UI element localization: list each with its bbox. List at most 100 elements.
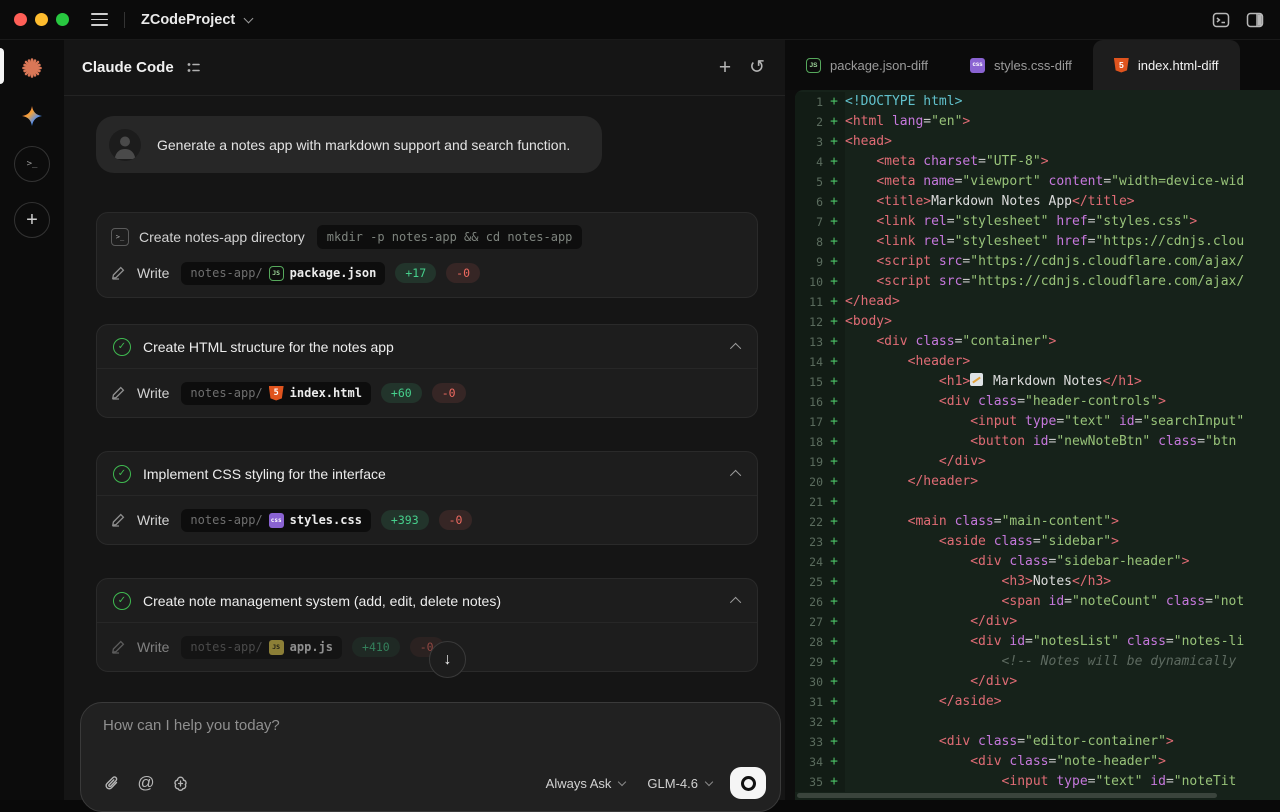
prompt-input[interactable] bbox=[103, 717, 758, 734]
diff-plus-sign: + bbox=[823, 612, 845, 632]
diff-plus-sign: + bbox=[823, 152, 845, 172]
task-card-header[interactable]: ✓Create note management system (add, edi… bbox=[97, 579, 757, 623]
diff-plus-sign: + bbox=[823, 632, 845, 652]
terminal-panel-icon[interactable] bbox=[1212, 11, 1230, 29]
code-text: </header> bbox=[845, 472, 1280, 492]
code-text: <meta name="viewport" content="width=dev… bbox=[845, 172, 1280, 192]
line-number: 35 bbox=[795, 772, 823, 792]
project-name[interactable]: ZCodeProject bbox=[141, 12, 235, 28]
diff-plus-sign: + bbox=[823, 652, 845, 672]
line-number: 29 bbox=[795, 652, 823, 672]
user-avatar bbox=[109, 129, 141, 161]
diff-plus-sign: + bbox=[823, 312, 845, 332]
code-text: <main class="main-content"> bbox=[845, 512, 1280, 532]
tab-index.html-diff[interactable]: 5index.html-diff bbox=[1093, 40, 1240, 90]
code-text: <input type="text" id="noteTit bbox=[845, 772, 1280, 792]
file-chip[interactable]: notes-app/cssstyles.css bbox=[181, 509, 371, 532]
mention-icon[interactable]: @ bbox=[137, 774, 155, 792]
diff-plus-sign: + bbox=[823, 392, 845, 412]
task-title: Implement CSS styling for the interface bbox=[143, 466, 386, 482]
chevron-up-icon[interactable] bbox=[730, 342, 741, 353]
thinking-mode-icon[interactable] bbox=[171, 774, 189, 792]
write-row: Writenotes-app/cssstyles.css+393-0 bbox=[97, 502, 757, 538]
chevron-down-icon[interactable] bbox=[244, 13, 254, 23]
diff-code-area[interactable]: 1+<!DOCTYPE html>2+<html lang="en">3+<he… bbox=[795, 90, 1280, 800]
css-file-icon: css bbox=[269, 513, 284, 528]
added-lines-badge: +393 bbox=[381, 510, 429, 530]
task-card: ✓Create HTML structure for the notes app… bbox=[96, 324, 758, 418]
chevron-up-icon[interactable] bbox=[730, 596, 741, 607]
close-window-button[interactable] bbox=[14, 13, 27, 26]
code-text: <div class="header-controls"> bbox=[845, 392, 1280, 412]
chat-panel-header: Claude Code + ↺ bbox=[64, 40, 785, 96]
diff-added-line: 14+ <header> bbox=[795, 352, 1280, 372]
tab-styles.css-diff[interactable]: cssstyles.css-diff bbox=[949, 40, 1093, 90]
chat-scroll-area[interactable]: Generate a notes app with markdown suppo… bbox=[64, 96, 785, 800]
chevron-up-icon[interactable] bbox=[730, 469, 741, 480]
diff-plus-sign: + bbox=[823, 212, 845, 232]
file-path: notes-app/ bbox=[190, 640, 262, 654]
task-card: >_Create notes-app directorymkdir -p not… bbox=[96, 212, 758, 298]
line-number: 32 bbox=[795, 712, 823, 732]
model-select[interactable]: GLM-4.6 bbox=[647, 776, 712, 791]
code-text: <link rel="stylesheet" href="styles.css"… bbox=[845, 212, 1280, 232]
added-lines-badge: +60 bbox=[381, 383, 422, 403]
file-chip[interactable]: notes-app/5index.html bbox=[181, 382, 371, 405]
history-button[interactable]: ↺ bbox=[749, 58, 765, 77]
code-text: <body> bbox=[845, 312, 1280, 332]
diff-added-line: 25+ <h3>Notes</h3> bbox=[795, 572, 1280, 592]
line-number: 10 bbox=[795, 272, 823, 292]
gemini-sparkle-icon bbox=[20, 104, 44, 128]
diff-plus-sign: + bbox=[823, 292, 845, 312]
prompt-input-box: @ Always Ask GLM-4.6 bbox=[80, 702, 781, 812]
line-number: 20 bbox=[795, 472, 823, 492]
permission-mode-label: Always Ask bbox=[546, 776, 612, 791]
code-text: <span id="noteCount" class="not bbox=[845, 592, 1280, 612]
menu-icon[interactable] bbox=[91, 13, 108, 26]
file-name: app.js bbox=[290, 640, 333, 654]
new-session-button[interactable]: + bbox=[14, 202, 50, 238]
command-row: >_Create notes-app directorymkdir -p not… bbox=[97, 219, 757, 255]
window-titlebar: ZCodeProject bbox=[0, 0, 1280, 40]
tab-package.json-diff[interactable]: JSpackage.json-diff bbox=[785, 40, 949, 90]
new-chat-button[interactable]: + bbox=[719, 57, 731, 78]
scroll-to-bottom-button[interactable]: ↓ bbox=[429, 641, 466, 678]
diff-plus-sign: + bbox=[823, 432, 845, 452]
check-circle-icon: ✓ bbox=[113, 338, 131, 356]
tasks-list-icon[interactable] bbox=[186, 60, 201, 75]
minimize-window-button[interactable] bbox=[35, 13, 48, 26]
diff-added-line: 9+ <script src="https://cdnjs.cloudflare… bbox=[795, 252, 1280, 272]
titlebar-divider bbox=[124, 12, 125, 28]
diff-added-line: 16+ <div class="header-controls"> bbox=[795, 392, 1280, 412]
permission-mode-select[interactable]: Always Ask bbox=[546, 776, 626, 791]
write-label: Write bbox=[137, 639, 169, 655]
line-number: 21 bbox=[795, 492, 823, 512]
terminal-session-button[interactable]: >_ bbox=[14, 146, 50, 182]
removed-lines-badge: -0 bbox=[439, 510, 473, 530]
send-stop-button[interactable] bbox=[730, 767, 766, 799]
maximize-window-button[interactable] bbox=[56, 13, 69, 26]
diff-added-line: 15+ <h1> Markdown Notes</h1> bbox=[795, 372, 1280, 392]
gemini-session-button[interactable] bbox=[14, 98, 50, 134]
js-green-file-icon: JS bbox=[806, 58, 821, 73]
plus-icon: + bbox=[26, 209, 38, 232]
write-row: Writenotes-app/5index.html+60-0 bbox=[97, 375, 757, 411]
file-chip[interactable]: notes-app/JSapp.js bbox=[181, 636, 342, 659]
diff-added-line: 28+ <div id="notesList" class="notes-li bbox=[795, 632, 1280, 652]
code-text: <script src="https://cdnjs.cloudflare.co… bbox=[845, 252, 1280, 272]
panel-title: Claude Code bbox=[82, 59, 174, 76]
command-chip[interactable]: mkdir -p notes-app && cd notes-app bbox=[317, 225, 583, 249]
file-chip[interactable]: notes-app/JSpackage.json bbox=[181, 262, 385, 285]
task-card-header[interactable]: ✓Implement CSS styling for the interface bbox=[97, 452, 757, 496]
task-card-header[interactable]: ✓Create HTML structure for the notes app bbox=[97, 325, 757, 369]
code-text: <div class="container"> bbox=[845, 332, 1280, 352]
toggle-right-panel-icon[interactable] bbox=[1246, 11, 1264, 29]
check-circle-icon: ✓ bbox=[113, 592, 131, 610]
diff-plus-sign: + bbox=[823, 692, 845, 712]
attach-file-icon[interactable] bbox=[103, 774, 121, 792]
diff-added-line: 17+ <input type="text" id="searchInput" bbox=[795, 412, 1280, 432]
diff-plus-sign: + bbox=[823, 532, 845, 552]
claude-session-button[interactable] bbox=[14, 50, 50, 86]
code-text: <input type="text" id="searchInput" bbox=[845, 412, 1280, 432]
horizontal-scrollbar[interactable] bbox=[797, 793, 1217, 798]
